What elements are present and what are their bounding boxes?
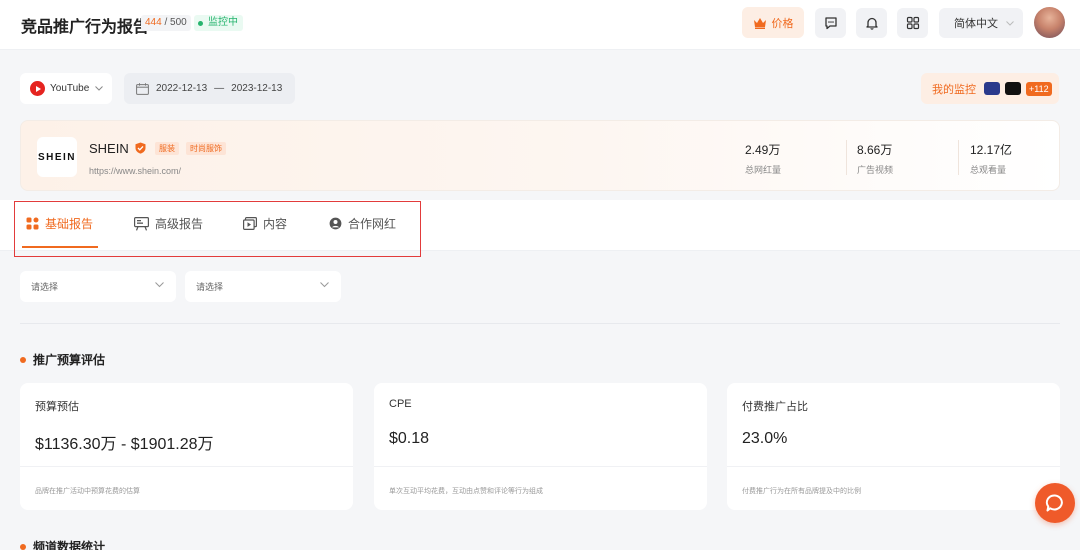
tab-label: 内容 [263, 217, 288, 231]
quota-total: / 500 [164, 17, 187, 28]
date-separator: — [214, 83, 225, 94]
top-header: 竞品推广行为报告 444 / 500 监控中 价格 简体中文 [0, 0, 1080, 50]
report-tabs: 基础报告 高级报告 内容 合作网红 [0, 200, 1080, 251]
monitor-count-badge: +112 [1026, 81, 1052, 96]
filter-select-2[interactable]: 请选择 [185, 271, 341, 302]
brand-tag: 时尚服饰 [186, 142, 226, 155]
chevron-down-icon [155, 282, 164, 288]
section-title-channel: 频道数据统计 [20, 538, 105, 550]
select-placeholder: 请选择 [196, 282, 224, 292]
stat-influencers: 2.49万 总网红量 [745, 141, 781, 176]
brand-url[interactable]: https://www.shein.com/ [89, 166, 181, 176]
brand-tag: 服装 [155, 142, 179, 155]
quota-badge: 444 / 500 [141, 15, 191, 31]
metric-value: $1136.30万 - $1901.28万 [35, 436, 214, 453]
stat-total-views: 12.17亿 总观看量 [970, 141, 1012, 176]
my-monitor-button[interactable]: 我的监控 +112 [921, 73, 1059, 104]
tab-basic-report[interactable]: 基础报告 [26, 215, 93, 232]
chevron-down-icon [1006, 20, 1014, 26]
crown-icon [753, 17, 766, 29]
metric-label: CPE [389, 398, 412, 410]
section-title-budget: 推广预算评估 [20, 351, 105, 368]
price-button[interactable]: 价格 [742, 7, 804, 38]
metric-divider [374, 466, 707, 467]
metric-value: 23.0% [742, 430, 788, 447]
stat-label: 总观看量 [970, 165, 1007, 175]
stat-divider [958, 140, 959, 175]
metric-card-paid-ratio: 付费推广占比 23.0% 付费推广行为在所有品牌提及中的比例 [727, 383, 1060, 510]
status-dot-icon [198, 20, 203, 26]
metric-card-cpe: CPE $0.18 单次互动平均花费，互动由点赞和评论等行为组成 [374, 383, 707, 510]
grid-icon [26, 217, 39, 230]
status-text: 监控中 [208, 17, 238, 28]
section-divider [20, 323, 1060, 324]
metric-card-budget: 预算预估 $1136.30万 - $1901.28万 品牌在推广活动中预算花费的… [20, 383, 353, 510]
metric-note: 付费推广行为在所有品牌提及中的比例 [742, 488, 861, 495]
apps-button[interactable] [897, 8, 928, 38]
monitored-brand-logo [984, 82, 1000, 95]
avatar[interactable] [1034, 7, 1065, 38]
brand-card: SHEIN SHEIN 服装 时尚服饰 https://www.shein.co… [20, 120, 1060, 191]
stat-label: 广告视频 [857, 165, 894, 175]
metric-divider [727, 466, 1060, 467]
user-icon [329, 217, 342, 230]
chevron-down-icon [320, 282, 329, 288]
bell-icon [865, 17, 878, 30]
stat-value: 12.17亿 [970, 143, 1013, 157]
tab-influencers[interactable]: 合作网红 [329, 215, 396, 232]
tab-advanced-report[interactable]: 高级报告 [134, 215, 203, 232]
brand-logo: SHEIN [37, 137, 77, 177]
support-chat-button[interactable] [1035, 483, 1075, 523]
presentation-icon [134, 216, 149, 231]
youtube-icon [30, 81, 45, 96]
monitored-brand-logo [1005, 82, 1021, 95]
price-label: 价格 [771, 17, 794, 30]
date-end: 2023-12-13 [231, 83, 283, 94]
platform-label: YouTube [50, 83, 90, 94]
status-badge: 监控中 [194, 15, 243, 31]
date-start: 2022-12-13 [156, 83, 208, 94]
bullet-icon [20, 543, 26, 550]
tab-content[interactable]: 内容 [243, 215, 287, 232]
chat-icon [1045, 494, 1063, 512]
select-placeholder: 请选择 [31, 282, 59, 292]
quota-used: 444 [145, 17, 162, 28]
calendar-icon [136, 82, 149, 95]
chat-bubble-icon [824, 17, 837, 30]
tab-label: 基础报告 [45, 217, 94, 231]
tab-label: 合作网红 [348, 217, 397, 231]
language-label: 简体中文 [954, 18, 998, 30]
platform-select[interactable]: YouTube [20, 73, 112, 104]
message-button[interactable] [815, 8, 846, 38]
notification-button[interactable] [856, 8, 887, 38]
metric-divider [20, 466, 353, 467]
metric-label: 预算预估 [35, 401, 79, 413]
metric-label: 付费推广占比 [742, 401, 808, 413]
video-icon [243, 217, 257, 230]
chevron-down-icon [95, 86, 104, 91]
section-title-text: 频道数据统计 [33, 540, 106, 550]
verified-shield-icon [135, 142, 146, 154]
section-title-text: 推广预算评估 [33, 353, 106, 367]
stat-divider [846, 140, 847, 175]
filter-select-1[interactable]: 请选择 [20, 271, 176, 302]
language-select[interactable]: 简体中文 [939, 8, 1023, 38]
metric-note: 单次互动平均花费，互动由点赞和评论等行为组成 [389, 488, 543, 495]
date-range-picker[interactable]: 2022-12-13 — 2023-12-13 [124, 73, 295, 104]
bullet-icon [20, 356, 26, 363]
brand-name: SHEIN [89, 141, 129, 156]
tab-label: 高级报告 [155, 217, 204, 231]
metric-value: $0.18 [389, 430, 430, 447]
stat-ad-videos: 8.66万 广告视频 [857, 141, 893, 176]
page-title: 竞品推广行为报告 [21, 19, 150, 36]
active-tab-indicator [22, 246, 98, 248]
stat-label: 总网红量 [745, 165, 782, 175]
stat-value: 2.49万 [745, 143, 781, 157]
stat-value: 8.66万 [857, 143, 893, 157]
apps-grid-icon [906, 16, 919, 30]
my-monitor-label: 我的监控 [932, 83, 976, 96]
metric-note: 品牌在推广活动中预算花费的估算 [35, 488, 140, 495]
